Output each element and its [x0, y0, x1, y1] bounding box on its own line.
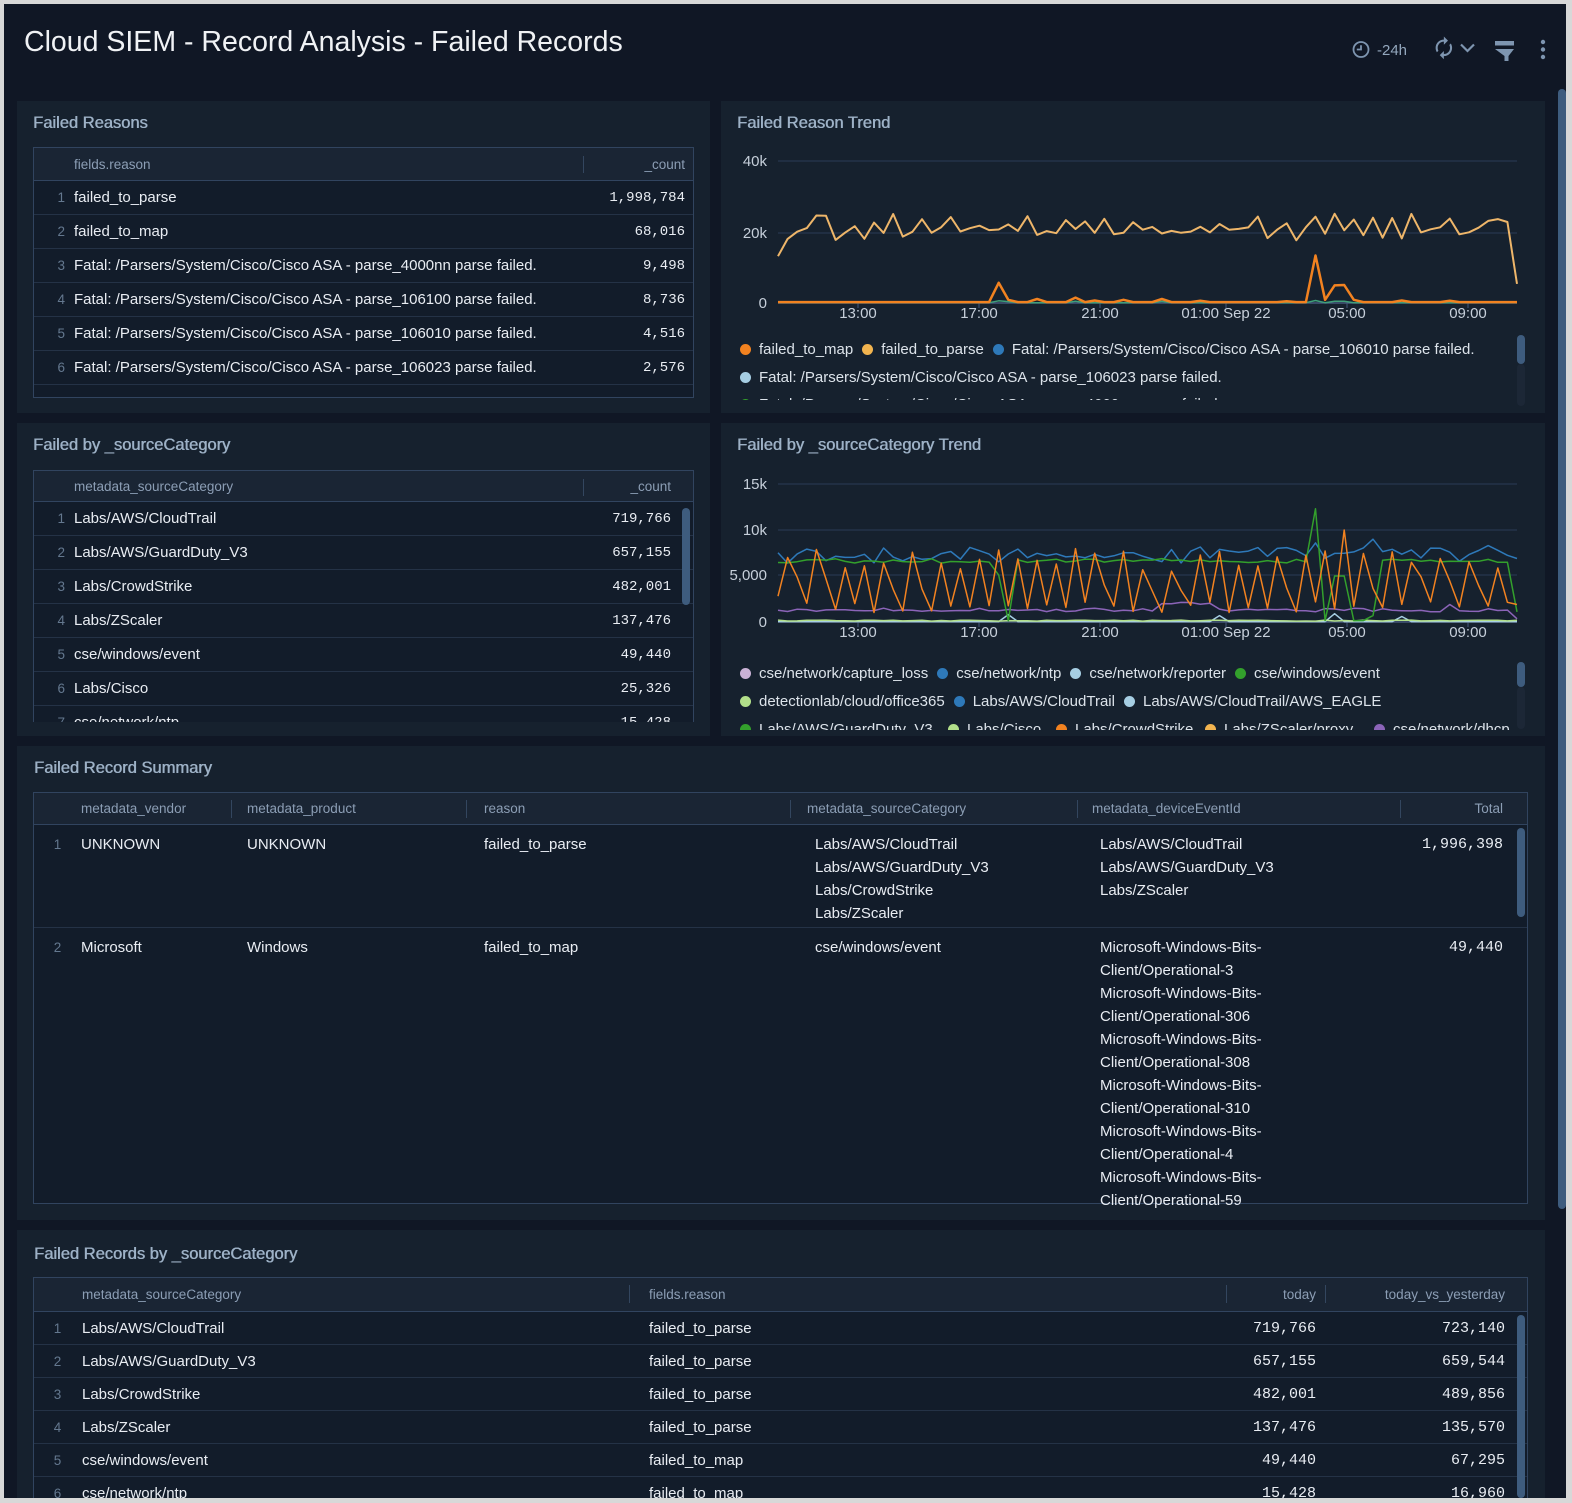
svg-text:40k: 40k	[743, 153, 768, 170]
svg-text:20k: 20k	[743, 225, 768, 242]
svg-text:0: 0	[759, 295, 767, 312]
svg-text:-24h: -24h	[1377, 42, 1407, 59]
svg-text:01:00 Sep 22: 01:00 Sep 22	[1181, 305, 1270, 322]
svg-text:05:00: 05:00	[1328, 624, 1366, 641]
svg-text:10k: 10k	[743, 522, 768, 539]
svg-text:09:00: 09:00	[1449, 624, 1487, 641]
svg-text:05:00: 05:00	[1328, 305, 1366, 322]
svg-text:09:00: 09:00	[1449, 305, 1487, 322]
svg-text:17:00: 17:00	[960, 305, 998, 322]
svg-text:13:00: 13:00	[839, 624, 877, 641]
svg-text:21:00: 21:00	[1081, 624, 1119, 641]
svg-text:21:00: 21:00	[1081, 305, 1119, 322]
svg-text:15k: 15k	[743, 476, 768, 493]
svg-text:0: 0	[759, 614, 767, 631]
svg-text:01:00 Sep 22: 01:00 Sep 22	[1181, 624, 1270, 641]
svg-text:5,000: 5,000	[729, 567, 767, 584]
svg-text:13:00: 13:00	[839, 305, 877, 322]
svg-text:17:00: 17:00	[960, 624, 998, 641]
